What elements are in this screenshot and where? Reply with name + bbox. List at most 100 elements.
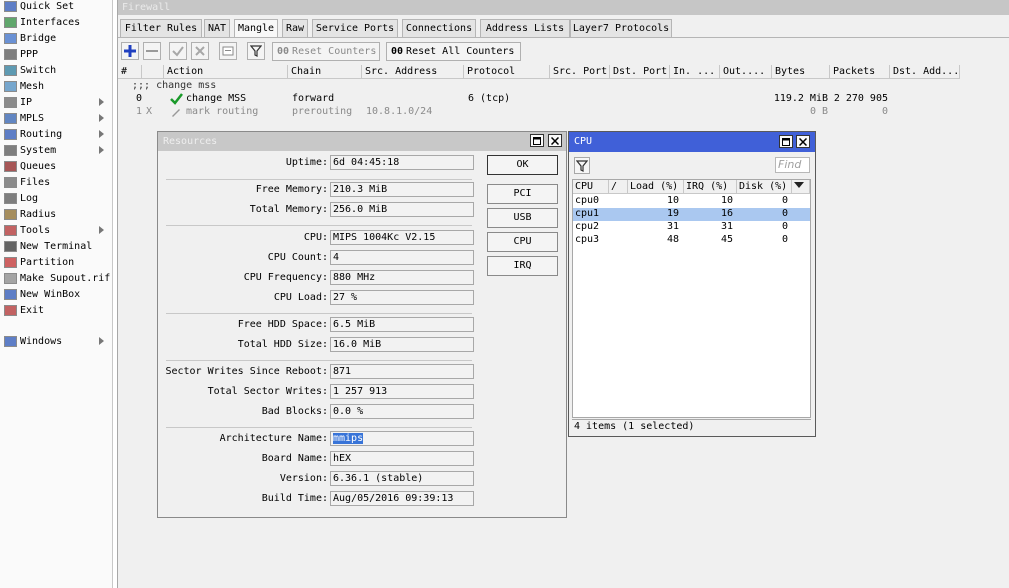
- rule-bytes: 0 B: [809, 106, 828, 117]
- field-value[interactable]: 4: [330, 250, 474, 265]
- add-button[interactable]: [121, 42, 139, 60]
- column-header[interactable]: Dst. Add...: [890, 65, 960, 79]
- tab-filter-rules[interactable]: Filter Rules: [120, 19, 202, 37]
- field-value[interactable]: 256.0 MiB: [330, 202, 474, 217]
- tab-connections[interactable]: Connections: [402, 19, 476, 37]
- column-header[interactable]: Src. Address: [362, 65, 464, 79]
- sidebar-item-exit[interactable]: Exit: [0, 302, 112, 318]
- reset-counters-button[interactable]: 00 Reset Counters: [272, 42, 380, 61]
- irq-button[interactable]: IRQ: [487, 256, 558, 276]
- field-value[interactable]: 6.36.1 (stable): [330, 471, 474, 486]
- column-header[interactable]: In. ...: [670, 65, 720, 79]
- sidebar-item-files[interactable]: Files: [0, 174, 112, 190]
- sidebar-item-switch[interactable]: Switch: [0, 62, 112, 78]
- table-row[interactable]: 1 Xmark routing prerouting 10.8.1.0/24 0 B 0: [118, 106, 1009, 119]
- sidebar-item-log[interactable]: Log: [0, 190, 112, 206]
- tab-layer7-protocols[interactable]: Layer7 Protocols: [570, 19, 672, 37]
- cpu-row[interactable]: cpu3 48 45 0: [573, 234, 810, 247]
- sidebar-item-make-supout-rif[interactable]: Make Supout.rif: [0, 270, 112, 286]
- table-row[interactable]: 0 change MSS forward 6 (tcp) 119.2 MiB 2 270 …: [118, 93, 1009, 106]
- cpu-restore-button[interactable]: [779, 135, 793, 148]
- sidebar-item-interfaces[interactable]: Interfaces: [0, 14, 112, 30]
- remove-button[interactable]: [143, 42, 161, 60]
- resources-title-bar[interactable]: Resources: [158, 132, 566, 151]
- firewall-title-bar[interactable]: Firewall: [118, 0, 1009, 15]
- cpu-title-bar[interactable]: CPU: [569, 132, 815, 152]
- sidebar-item-quick-set[interactable]: Quick Set: [0, 0, 112, 14]
- column-menu-button[interactable]: [792, 180, 810, 194]
- field-label: CPU Count:: [267, 252, 328, 263]
- field-value[interactable]: 6d 04:45:18: [330, 155, 474, 170]
- field-value[interactable]: 880 MHz: [330, 270, 474, 285]
- restore-button[interactable]: [530, 134, 544, 147]
- column-header[interactable]: [142, 65, 164, 79]
- cpu-column-header[interactable]: CPU: [573, 180, 609, 194]
- field-value[interactable]: MIPS 1004Kc V2.15: [330, 230, 474, 245]
- field-value[interactable]: 871: [330, 364, 474, 379]
- sidebar-item-ppp[interactable]: PPP: [0, 46, 112, 62]
- sidebar-item-mesh[interactable]: Mesh: [0, 78, 112, 94]
- cpu-column-header[interactable]: Disk (%): [737, 180, 792, 194]
- sidebar-item-routing[interactable]: Routing: [0, 126, 112, 142]
- field-value[interactable]: hEX: [330, 451, 474, 466]
- disable-button[interactable]: [191, 42, 209, 60]
- column-header[interactable]: Protocol: [464, 65, 550, 79]
- sidebar-item-system[interactable]: System: [0, 142, 112, 158]
- cpu-column-header[interactable]: IRQ (%): [684, 180, 737, 194]
- close-button[interactable]: [548, 134, 562, 147]
- sidebar-item-ip[interactable]: IP: [0, 94, 112, 110]
- cpu-column-header[interactable]: /: [609, 180, 628, 194]
- field-value[interactable]: 16.0 MiB: [330, 337, 474, 352]
- cpu-close-button[interactable]: [796, 135, 810, 148]
- sidebar-item-radius[interactable]: Radius: [0, 206, 112, 222]
- column-header[interactable]: Src. Port: [550, 65, 610, 79]
- field-value[interactable]: mmips: [330, 431, 474, 446]
- tab-mangle[interactable]: Mangle: [234, 19, 278, 38]
- sidebar-item-new-winbox[interactable]: New WinBox: [0, 286, 112, 302]
- cpu-row[interactable]: cpu2 31 31 0: [573, 221, 810, 234]
- comment-button[interactable]: [219, 42, 237, 60]
- field-value[interactable]: 6.5 MiB: [330, 317, 474, 332]
- column-header[interactable]: Chain: [288, 65, 362, 79]
- cpu-row[interactable]: cpu1 19 16 0: [573, 208, 810, 221]
- sidebar-item-new-terminal[interactable]: New Terminal: [0, 238, 112, 254]
- cpu-name: cpu0: [575, 195, 600, 206]
- column-header[interactable]: Action: [164, 65, 288, 79]
- column-header[interactable]: Dst. Port: [610, 65, 670, 79]
- reset-all-counters-button[interactable]: 00 Reset All Counters: [386, 42, 521, 61]
- column-header[interactable]: Packets: [830, 65, 890, 79]
- sidebar-item-queues[interactable]: Queues: [0, 158, 112, 174]
- cpu-row[interactable]: cpu0 10 10 0: [573, 195, 810, 208]
- minus-icon: [146, 50, 158, 52]
- mesh-icon: [3, 79, 18, 93]
- tab-address-lists[interactable]: Address Lists: [480, 19, 570, 37]
- field-value[interactable]: Aug/05/2016 09:39:13: [330, 491, 474, 506]
- cpu-column-header[interactable]: Load (%): [628, 180, 684, 194]
- cpu-filter-button[interactable]: [574, 157, 590, 174]
- ok-button[interactable]: OK: [487, 155, 558, 175]
- tab-service-ports[interactable]: Service Ports: [312, 19, 398, 37]
- sidebar-item-windows[interactable]: Windows: [0, 333, 112, 349]
- field-value[interactable]: 210.3 MiB: [330, 182, 474, 197]
- sidebar-item-tools[interactable]: Tools: [0, 222, 112, 238]
- comment-row[interactable]: ;;; change mss: [118, 80, 1009, 93]
- filter-button[interactable]: [247, 42, 265, 60]
- sidebar-item-partition[interactable]: Partition: [0, 254, 112, 270]
- pci-button[interactable]: PCI: [487, 184, 558, 204]
- cpu-find-input[interactable]: Find: [775, 157, 810, 173]
- usb-button[interactable]: USB: [487, 208, 558, 228]
- column-header[interactable]: #: [118, 65, 142, 79]
- cpu-button[interactable]: CPU: [487, 232, 558, 252]
- tab-raw[interactable]: Raw: [282, 19, 308, 37]
- sidebar-item-mpls[interactable]: MPLS: [0, 110, 112, 126]
- field-value[interactable]: 27 %: [330, 290, 474, 305]
- column-header[interactable]: Bytes: [772, 65, 830, 79]
- column-header[interactable]: Out....: [720, 65, 772, 79]
- field-value[interactable]: 0.0 %: [330, 404, 474, 419]
- field-label: CPU Load:: [273, 292, 328, 303]
- sidebar-item-bridge[interactable]: Bridge: [0, 30, 112, 46]
- enable-button[interactable]: [169, 42, 187, 60]
- field-value[interactable]: 1 257 913: [330, 384, 474, 399]
- tab-nat[interactable]: NAT: [204, 19, 230, 37]
- field-cpu-count: CPU Count: 4: [158, 250, 478, 266]
